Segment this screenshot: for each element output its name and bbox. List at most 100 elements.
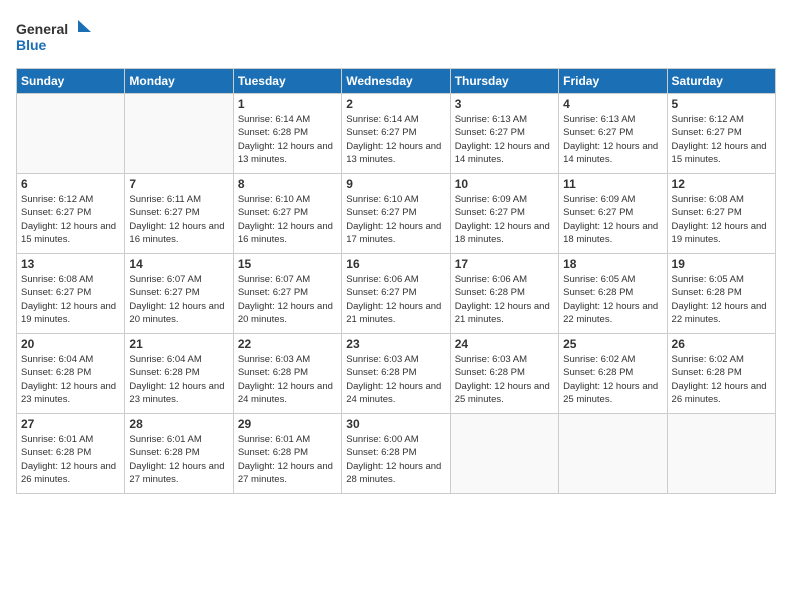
day-info: Sunrise: 6:13 AM Sunset: 6:27 PM Dayligh… bbox=[563, 113, 662, 166]
day-info: Sunrise: 6:09 AM Sunset: 6:27 PM Dayligh… bbox=[563, 193, 662, 246]
calendar-cell: 26 Sunrise: 6:02 AM Sunset: 6:28 PM Dayli… bbox=[667, 334, 775, 414]
day-info: Sunrise: 6:05 AM Sunset: 6:28 PM Dayligh… bbox=[672, 273, 771, 326]
day-info: Sunrise: 6:08 AM Sunset: 6:27 PM Dayligh… bbox=[21, 273, 120, 326]
day-number: 21 bbox=[129, 337, 228, 351]
calendar-cell: 3 Sunrise: 6:13 AM Sunset: 6:27 PM Daylig… bbox=[450, 94, 558, 174]
day-info: Sunrise: 6:04 AM Sunset: 6:28 PM Dayligh… bbox=[21, 353, 120, 406]
calendar-cell: 30 Sunrise: 6:00 AM Sunset: 6:28 PM Dayli… bbox=[342, 414, 450, 494]
day-info: Sunrise: 6:11 AM Sunset: 6:27 PM Dayligh… bbox=[129, 193, 228, 246]
calendar-cell: 19 Sunrise: 6:05 AM Sunset: 6:28 PM Dayli… bbox=[667, 254, 775, 334]
weekday-header-row: SundayMondayTuesdayWednesdayThursdayFrid… bbox=[17, 69, 776, 94]
day-info: Sunrise: 6:07 AM Sunset: 6:27 PM Dayligh… bbox=[129, 273, 228, 326]
calendar-cell bbox=[667, 414, 775, 494]
calendar-table: SundayMondayTuesdayWednesdayThursdayFrid… bbox=[16, 68, 776, 494]
day-number: 30 bbox=[346, 417, 445, 431]
day-info: Sunrise: 6:08 AM Sunset: 6:27 PM Dayligh… bbox=[672, 193, 771, 246]
calendar-cell: 15 Sunrise: 6:07 AM Sunset: 6:27 PM Dayli… bbox=[233, 254, 341, 334]
calendar-week-3: 13 Sunrise: 6:08 AM Sunset: 6:27 PM Dayli… bbox=[17, 254, 776, 334]
day-number: 9 bbox=[346, 177, 445, 191]
weekday-header-thursday: Thursday bbox=[450, 69, 558, 94]
day-number: 5 bbox=[672, 97, 771, 111]
day-info: Sunrise: 6:01 AM Sunset: 6:28 PM Dayligh… bbox=[21, 433, 120, 486]
day-number: 14 bbox=[129, 257, 228, 271]
day-number: 8 bbox=[238, 177, 337, 191]
calendar-cell bbox=[450, 414, 558, 494]
day-info: Sunrise: 6:06 AM Sunset: 6:27 PM Dayligh… bbox=[346, 273, 445, 326]
day-number: 24 bbox=[455, 337, 554, 351]
day-info: Sunrise: 6:14 AM Sunset: 6:28 PM Dayligh… bbox=[238, 113, 337, 166]
calendar-week-2: 6 Sunrise: 6:12 AM Sunset: 6:27 PM Daylig… bbox=[17, 174, 776, 254]
day-info: Sunrise: 6:12 AM Sunset: 6:27 PM Dayligh… bbox=[21, 193, 120, 246]
day-info: Sunrise: 6:02 AM Sunset: 6:28 PM Dayligh… bbox=[563, 353, 662, 406]
day-number: 10 bbox=[455, 177, 554, 191]
logo-svg: GeneralBlue bbox=[16, 16, 96, 56]
weekday-header-monday: Monday bbox=[125, 69, 233, 94]
calendar-cell: 28Sunrise: 6:01 AM Sunset: 6:28 PM Dayli… bbox=[125, 414, 233, 494]
day-info: Sunrise: 6:07 AM Sunset: 6:27 PM Dayligh… bbox=[238, 273, 337, 326]
day-info: Sunrise: 6:10 AM Sunset: 6:27 PM Dayligh… bbox=[238, 193, 337, 246]
weekday-header-friday: Friday bbox=[559, 69, 667, 94]
day-number: 12 bbox=[672, 177, 771, 191]
day-info: Sunrise: 6:12 AM Sunset: 6:27 PM Dayligh… bbox=[672, 113, 771, 166]
calendar-cell bbox=[559, 414, 667, 494]
weekday-header-tuesday: Tuesday bbox=[233, 69, 341, 94]
calendar-cell: 27 Sunrise: 6:01 AM Sunset: 6:28 PM Dayli… bbox=[17, 414, 125, 494]
day-number: 22 bbox=[238, 337, 337, 351]
calendar-cell: 12 Sunrise: 6:08 AM Sunset: 6:27 PM Dayli… bbox=[667, 174, 775, 254]
day-info: Sunrise: 6:14 AM Sunset: 6:27 PM Dayligh… bbox=[346, 113, 445, 166]
day-info: Sunrise: 6:03 AM Sunset: 6:28 PM Dayligh… bbox=[455, 353, 554, 406]
calendar-cell: 2 Sunrise: 6:14 AM Sunset: 6:27 PM Daylig… bbox=[342, 94, 450, 174]
calendar-cell bbox=[125, 94, 233, 174]
calendar-cell: 6 Sunrise: 6:12 AM Sunset: 6:27 PM Daylig… bbox=[17, 174, 125, 254]
day-number: 2 bbox=[346, 97, 445, 111]
calendar-cell: 8 Sunrise: 6:10 AM Sunset: 6:27 PM Daylig… bbox=[233, 174, 341, 254]
day-number: 17 bbox=[455, 257, 554, 271]
day-number: 28 bbox=[129, 417, 228, 431]
weekday-header-sunday: Sunday bbox=[17, 69, 125, 94]
day-info: Sunrise: 6:06 AM Sunset: 6:28 PM Dayligh… bbox=[455, 273, 554, 326]
day-number: 1 bbox=[238, 97, 337, 111]
day-info: Sunrise: 6:13 AM Sunset: 6:27 PM Dayligh… bbox=[455, 113, 554, 166]
calendar-cell: 9 Sunrise: 6:10 AM Sunset: 6:27 PM Daylig… bbox=[342, 174, 450, 254]
day-number: 19 bbox=[672, 257, 771, 271]
calendar-body: 1 Sunrise: 6:14 AM Sunset: 6:28 PM Daylig… bbox=[17, 94, 776, 494]
weekday-header-saturday: Saturday bbox=[667, 69, 775, 94]
logo: GeneralBlue bbox=[16, 16, 96, 56]
calendar-cell: 21 Sunrise: 6:04 AM Sunset: 6:28 PM Dayli… bbox=[125, 334, 233, 414]
day-info: Sunrise: 6:01 AM Sunset: 6:28 PM Dayligh… bbox=[238, 433, 337, 486]
calendar-cell: 1 Sunrise: 6:14 AM Sunset: 6:28 PM Daylig… bbox=[233, 94, 341, 174]
day-number: 29 bbox=[238, 417, 337, 431]
day-info: Sunrise: 6:10 AM Sunset: 6:27 PM Dayligh… bbox=[346, 193, 445, 246]
calendar-cell: 7 Sunrise: 6:11 AM Sunset: 6:27 PM Daylig… bbox=[125, 174, 233, 254]
calendar-cell: 20 Sunrise: 6:04 AM Sunset: 6:28 PM Dayli… bbox=[17, 334, 125, 414]
svg-text:Blue: Blue bbox=[16, 37, 47, 53]
calendar-cell: 17 Sunrise: 6:06 AM Sunset: 6:28 PM Dayli… bbox=[450, 254, 558, 334]
day-info: Sunrise: 6:04 AM Sunset: 6:28 PM Dayligh… bbox=[129, 353, 228, 406]
calendar-week-5: 27 Sunrise: 6:01 AM Sunset: 6:28 PM Dayli… bbox=[17, 414, 776, 494]
calendar-cell: 18 Sunrise: 6:05 AM Sunset: 6:28 PM Dayli… bbox=[559, 254, 667, 334]
day-number: 4 bbox=[563, 97, 662, 111]
day-number: 16 bbox=[346, 257, 445, 271]
day-number: 7 bbox=[129, 177, 228, 191]
day-info: Sunrise: 6:03 AM Sunset: 6:28 PM Dayligh… bbox=[346, 353, 445, 406]
day-info: Sunrise: 6:00 AM Sunset: 6:28 PM Dayligh… bbox=[346, 433, 445, 486]
day-number: 13 bbox=[21, 257, 120, 271]
calendar-cell: 29 Sunrise: 6:01 AM Sunset: 6:28 PM Dayli… bbox=[233, 414, 341, 494]
svg-text:General: General bbox=[16, 21, 68, 37]
day-number: 18 bbox=[563, 257, 662, 271]
calendar-cell: 4 Sunrise: 6:13 AM Sunset: 6:27 PM Daylig… bbox=[559, 94, 667, 174]
calendar-cell: 5 Sunrise: 6:12 AM Sunset: 6:27 PM Daylig… bbox=[667, 94, 775, 174]
day-number: 26 bbox=[672, 337, 771, 351]
day-info: Sunrise: 6:02 AM Sunset: 6:28 PM Dayligh… bbox=[672, 353, 771, 406]
day-number: 27 bbox=[21, 417, 120, 431]
calendar-cell bbox=[17, 94, 125, 174]
day-info: Sunrise: 6:05 AM Sunset: 6:28 PM Dayligh… bbox=[563, 273, 662, 326]
calendar-week-1: 1 Sunrise: 6:14 AM Sunset: 6:28 PM Daylig… bbox=[17, 94, 776, 174]
calendar-cell: 14 Sunrise: 6:07 AM Sunset: 6:27 PM Dayli… bbox=[125, 254, 233, 334]
day-number: 6 bbox=[21, 177, 120, 191]
weekday-header-wednesday: Wednesday bbox=[342, 69, 450, 94]
day-number: 15 bbox=[238, 257, 337, 271]
day-number: 3 bbox=[455, 97, 554, 111]
day-number: 20 bbox=[21, 337, 120, 351]
calendar-week-4: 20 Sunrise: 6:04 AM Sunset: 6:28 PM Dayli… bbox=[17, 334, 776, 414]
